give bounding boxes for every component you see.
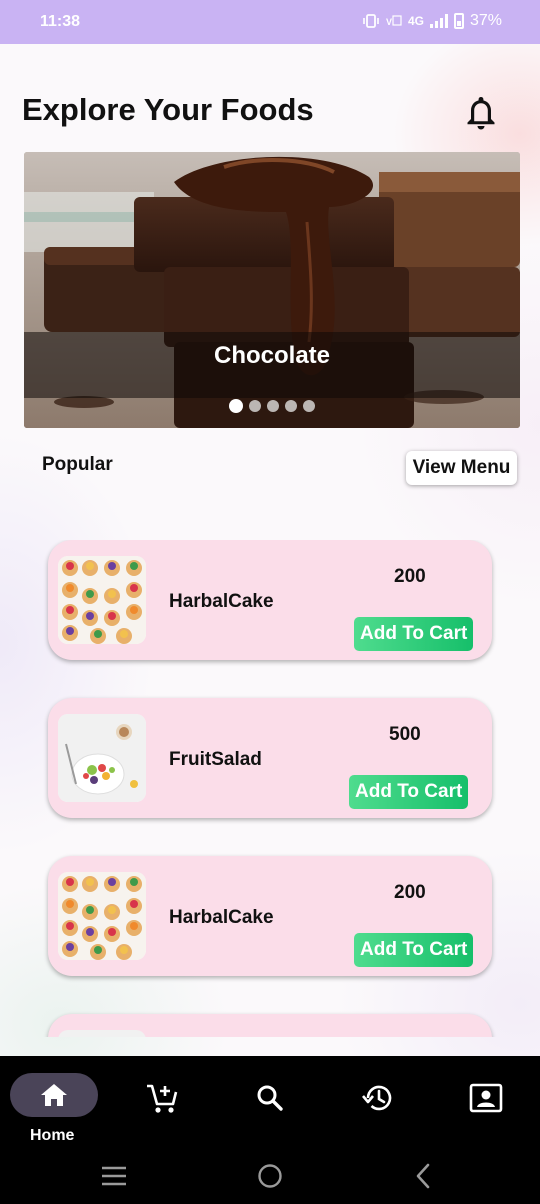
bottom-navigation: Home: [0, 1056, 540, 1148]
nav-item-cart[interactable]: [137, 1074, 185, 1122]
food-price: 500: [389, 724, 421, 745]
nav-item-profile[interactable]: [462, 1074, 510, 1122]
food-list[interactable]: HarbalCake 200 Add To Cart FruitSalad 50…: [0, 540, 540, 1037]
carousel-dot[interactable]: [249, 400, 261, 412]
recent-apps-icon[interactable]: [100, 1164, 128, 1188]
home-icon: [41, 1084, 67, 1106]
banner-caption: Chocolate: [213, 342, 330, 369]
page-title: Explore Your Foods: [22, 92, 314, 127]
food-name: HarbalCake: [169, 907, 274, 928]
cupcakes-image: [58, 872, 146, 960]
carousel-dot-active[interactable]: [229, 399, 243, 413]
battery-level: 37%: [469, 12, 502, 29]
vibrate-icon: [363, 14, 379, 28]
food-price: 200: [394, 566, 426, 587]
nav-item-history[interactable]: [354, 1074, 402, 1122]
food-price: 200: [394, 882, 426, 903]
cupcakes-image: [58, 556, 146, 644]
add-to-cart-button[interactable]: Add To Cart: [349, 775, 469, 809]
bell-icon[interactable]: [462, 92, 500, 132]
carousel-dot[interactable]: [303, 400, 315, 412]
banner-carousel[interactable]: Chocolate: [24, 152, 520, 428]
nav-label-home: Home: [30, 1127, 75, 1144]
status-time: 11:38: [40, 13, 81, 30]
fruit-salad-image: [58, 714, 146, 802]
battery-icon: [453, 13, 464, 29]
nav-item-search[interactable]: [246, 1074, 294, 1122]
food-name: FruitSalad: [169, 749, 262, 770]
fruit-salad-image: [58, 1030, 146, 1037]
add-to-cart-button[interactable]: Add To Cart: [354, 617, 474, 651]
view-menu-button[interactable]: View Menu: [406, 451, 517, 485]
volte-icon: V: [386, 15, 402, 27]
food-card[interactable]: [48, 1014, 492, 1037]
carousel-dot[interactable]: [285, 400, 297, 412]
carousel-indicators: [24, 399, 520, 413]
svg-text:V: V: [386, 17, 392, 27]
food-name: HarbalCake: [169, 591, 274, 612]
search-icon: [257, 1085, 283, 1111]
status-bar: 11:38 V 4G 37%: [0, 0, 540, 44]
food-card[interactable]: FruitSalad 500 Add To Cart: [48, 698, 492, 818]
cart-add-icon: [147, 1084, 178, 1113]
signal-icon: [429, 14, 448, 28]
carousel-dot[interactable]: [267, 400, 279, 412]
status-icons: V 4G 37%: [362, 12, 502, 30]
add-to-cart-button[interactable]: Add To Cart: [354, 933, 474, 967]
system-navigation-bar: [0, 1148, 540, 1204]
history-icon: [362, 1085, 392, 1111]
food-card[interactable]: HarbalCake 200 Add To Cart: [48, 540, 492, 660]
network-type: 4G: [407, 14, 424, 28]
nav-item-home[interactable]: [10, 1073, 98, 1117]
profile-icon: [469, 1083, 503, 1113]
food-card[interactable]: HarbalCake 200 Add To Cart: [48, 856, 492, 976]
home-button-icon[interactable]: [256, 1162, 284, 1190]
popular-label: Popular: [42, 454, 113, 475]
back-icon[interactable]: [412, 1162, 436, 1190]
